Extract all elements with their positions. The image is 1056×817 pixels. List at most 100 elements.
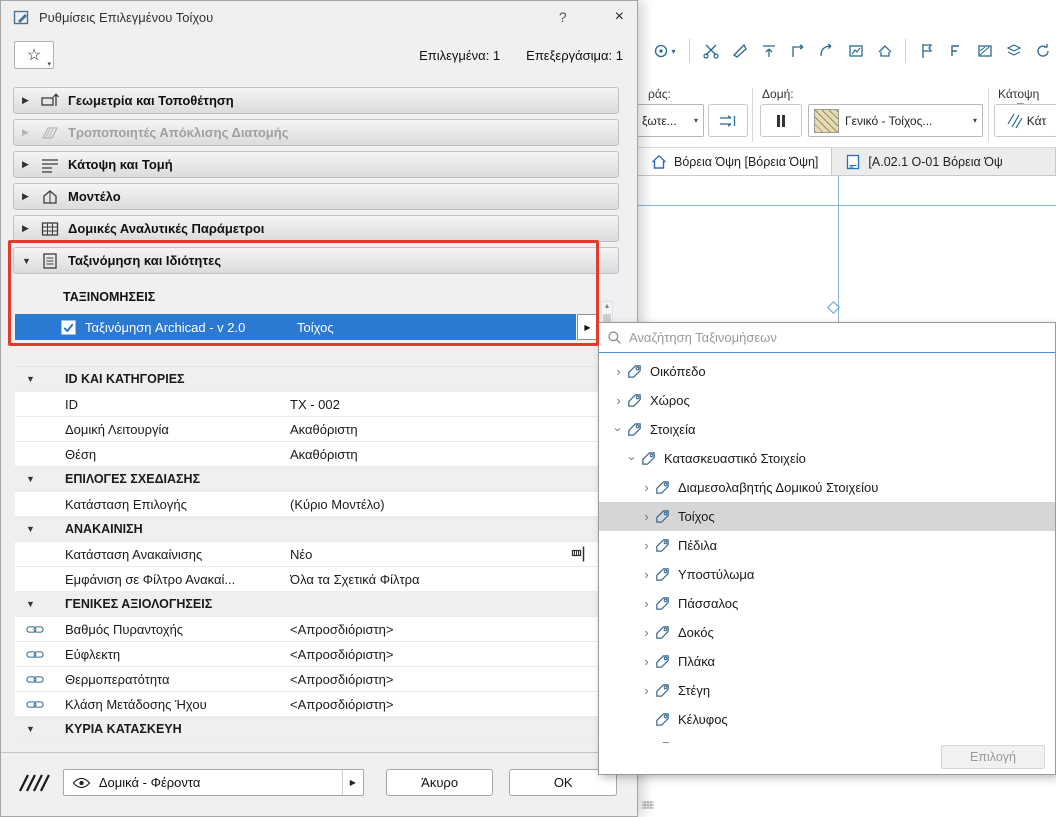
- toolbar-separator: [689, 39, 690, 63]
- chevron-right-icon[interactable]: ›: [611, 364, 626, 379]
- plan-display-button[interactable]: Κάτ: [994, 104, 1056, 137]
- tree-item-space[interactable]: › Χώρος: [599, 386, 1055, 415]
- property-row[interactable]: Κλάση Μετάδοσης Ήχου <Απροσδιόριστη>: [15, 692, 598, 717]
- section-classification-properties[interactable]: ▼ Ταξινόμηση και Ιδιότητες: [13, 247, 619, 274]
- layers-tool-button[interactable]: [1000, 38, 1027, 65]
- chevron-down-icon[interactable]: ›: [625, 451, 640, 466]
- fill-tool-button[interactable]: [971, 38, 998, 65]
- fillet-tool-button[interactable]: [813, 38, 840, 65]
- section-geometry[interactable]: ▶ Γεωμετρία και Τοποθέτηση: [13, 87, 619, 114]
- classification-selected-row[interactable]: Ταξινόμηση Archicad - v 2.0 Τοίχος: [15, 314, 576, 340]
- property-row[interactable]: Εύφλεκτη <Απροσδιόριστη>: [15, 642, 598, 667]
- tree-item-construction-element[interactable]: › Κατασκευαστικό Στοιχείο: [599, 444, 1055, 473]
- arrow-tool-button[interactable]: ▾: [646, 38, 682, 65]
- flip-reference-button[interactable]: [708, 104, 748, 137]
- tree-item-elements[interactable]: › Στοιχεία: [599, 415, 1055, 444]
- tree-item-beam[interactable]: › Δοκός: [599, 618, 1055, 647]
- property-row[interactable]: Βαθμός Πυραντοχής <Απροσδιόριστη>: [15, 617, 598, 642]
- tree-item-column[interactable]: › Υποστύλωμα: [599, 560, 1055, 589]
- roof-tool-button[interactable]: [871, 38, 898, 65]
- tab-label: [Α.02.1 Ο-01 Βόρεια Όψ: [868, 154, 1003, 169]
- help-button[interactable]: ?: [559, 9, 567, 25]
- tree-item-slab[interactable]: › Πλάκα: [599, 647, 1055, 676]
- tree-item-pile[interactable]: › Πάσσαλος: [599, 589, 1055, 618]
- chevron-right-icon[interactable]: ›: [639, 538, 654, 553]
- property-value[interactable]: Όλα τα Σχετικά Φίλτρα: [290, 572, 598, 587]
- group-header-main-construction[interactable]: ▼ ΚΥΡΙΑ ΚΑΤΑΣΚΕΥΗ: [15, 717, 598, 742]
- classification-row[interactable]: Ταξινόμηση Archicad - v 2.0 Τοίχος ▶: [15, 314, 637, 340]
- property-row[interactable]: ID TX - 002: [15, 392, 598, 417]
- pen-set-icon[interactable]: [16, 773, 50, 793]
- select-button[interactable]: Επιλογή: [941, 744, 1045, 769]
- chevron-right-icon[interactable]: ›: [639, 654, 654, 669]
- tree-item-wall[interactable]: › Τοίχος: [599, 502, 1055, 531]
- property-row[interactable]: Εμφάνιση σε Φίλτρο Ανακαί... Όλα τα Σχετ…: [15, 567, 598, 592]
- adjust-tool-button[interactable]: [755, 38, 782, 65]
- classification-picker-button[interactable]: ▶: [577, 314, 598, 340]
- property-row[interactable]: Δομική Λειτουργία Ακαθόριστη: [15, 417, 598, 442]
- group-header-renovation[interactable]: ▼ ΑΝΑΚΑΙΝΙΣΗ: [15, 517, 598, 542]
- chevron-right-icon[interactable]: ›: [639, 567, 654, 582]
- property-row[interactable]: Θέση Ακαθόριστη: [15, 442, 598, 467]
- classification-tag-icon: [654, 508, 671, 525]
- property-value[interactable]: Ακαθόριστη: [290, 422, 598, 437]
- chevron-right-icon[interactable]: ›: [639, 509, 654, 524]
- tab-layout-north[interactable]: [Α.02.1 Ο-01 Βόρεια Όψ: [832, 148, 1056, 175]
- chevron-right-icon[interactable]: ›: [639, 625, 654, 640]
- tree-item-roof[interactable]: › Στέγη: [599, 676, 1055, 705]
- section-model[interactable]: ▶ Μοντέλο: [13, 183, 619, 210]
- close-button[interactable]: ×: [615, 9, 624, 25]
- section-profile-modifiers[interactable]: ▶ Τροποποιητές Απόκλισης Διατομής: [13, 119, 619, 146]
- reference-side-dropdown[interactable]: ξωτε... ▾: [636, 104, 704, 137]
- property-value[interactable]: Νέο: [290, 547, 570, 562]
- chevron-right-icon[interactable]: ›: [639, 480, 654, 495]
- classification-tag-icon: [654, 595, 671, 612]
- right-arrow-icon[interactable]: ▶: [341, 770, 363, 795]
- chevron-right-icon[interactable]: ›: [639, 596, 654, 611]
- tree-item-shell[interactable]: Κέλυφος: [599, 705, 1055, 734]
- intersect-tool-button[interactable]: [784, 38, 811, 65]
- tab-north-elevation[interactable]: Βόρεια Όψη [Βόρεια Όψη]: [638, 148, 833, 175]
- property-value[interactable]: Ακαθόριστη: [290, 447, 598, 462]
- renovation-filter-icon[interactable]: [570, 545, 588, 563]
- property-value[interactable]: <Απροσδιόριστη>: [290, 647, 598, 662]
- property-value[interactable]: <Απροσδιόριστη>: [290, 672, 598, 687]
- label-tool-button[interactable]: [942, 38, 969, 65]
- cancel-button[interactable]: Άκυρο: [385, 769, 494, 796]
- dialog-titlebar[interactable]: Ρυθμίσεις Επιλεγμένου Τοίχου ? ×: [1, 1, 637, 33]
- section-plan-and-section[interactable]: ▶ Κάτοψη και Τομή: [13, 151, 619, 178]
- tree-item-mediator[interactable]: › Διαμεσολαβητής Δομικού Στοιχείου: [599, 473, 1055, 502]
- split-tool-button[interactable]: [697, 38, 724, 65]
- checkbox-checked[interactable]: [61, 319, 76, 335]
- wall-structure-button[interactable]: [760, 104, 802, 137]
- property-value[interactable]: (Κύριο Μοντέλο): [290, 497, 598, 512]
- property-row[interactable]: Κατάσταση Ανακαίνισης Νέο: [15, 542, 598, 567]
- trim-tool-button[interactable]: [726, 38, 753, 65]
- favorites-button[interactable]: ☆ ▾: [14, 41, 54, 69]
- classification-search-input[interactable]: [629, 330, 1047, 345]
- tree-item-label: Δοκός: [678, 625, 714, 640]
- group-header-id-categories[interactable]: ▼ ID ΚΑΙ ΚΑΤΗΓΟΡΙΕΣ: [15, 367, 598, 392]
- group-header-design-options[interactable]: ▼ ΕΠΙΛΟΓΕΣ ΣΧΕΔΙΑΣΗΣ: [15, 467, 598, 492]
- tree-item-footings[interactable]: › Πέδιλα: [599, 531, 1055, 560]
- property-row[interactable]: Κατάσταση Επιλογής (Κύριο Μοντέλο): [15, 492, 598, 517]
- scroll-up-icon[interactable]: ▲: [604, 302, 611, 312]
- composite-dropdown[interactable]: Γενικό - Τοίχος... ▾: [808, 104, 983, 137]
- chevron-right-icon[interactable]: ›: [611, 393, 626, 408]
- chevron-down-icon[interactable]: ›: [611, 422, 626, 437]
- navigator-mini-icon[interactable]: [640, 797, 656, 813]
- property-row[interactable]: Θερμοπερατότητα <Απροσδιόριστη>: [15, 667, 598, 692]
- flag-tool-button[interactable]: [913, 38, 940, 65]
- chevron-right-icon[interactable]: ›: [639, 683, 654, 698]
- property-value[interactable]: <Απροσδιόριστη>: [290, 622, 598, 637]
- group-header-general-ratings[interactable]: ▼ ΓΕΝΙΚΕΣ ΑΞΙΟΛΟΓΗΣΕΙΣ: [15, 592, 598, 617]
- layer-dropdown[interactable]: Δομικά - Φέροντα ▶: [62, 769, 364, 796]
- property-value[interactable]: <Απροσδιόριστη>: [290, 697, 598, 712]
- rotate-tool-button[interactable]: [1029, 38, 1056, 65]
- resize-tool-button[interactable]: [842, 38, 869, 65]
- wall-settings-dialog: Ρυθμίσεις Επιλεγμένου Τοίχου ? × ☆ ▾ Επι…: [0, 0, 638, 817]
- property-value[interactable]: TX - 002: [290, 397, 598, 412]
- tree-item-covering[interactable]: ›Επικάλυψη: [599, 734, 1055, 743]
- tree-item-site[interactable]: › Οικόπεδο: [599, 357, 1055, 386]
- section-structural-parameters[interactable]: ▶ Δομικές Αναλυτικές Παράμετροι: [13, 215, 619, 242]
